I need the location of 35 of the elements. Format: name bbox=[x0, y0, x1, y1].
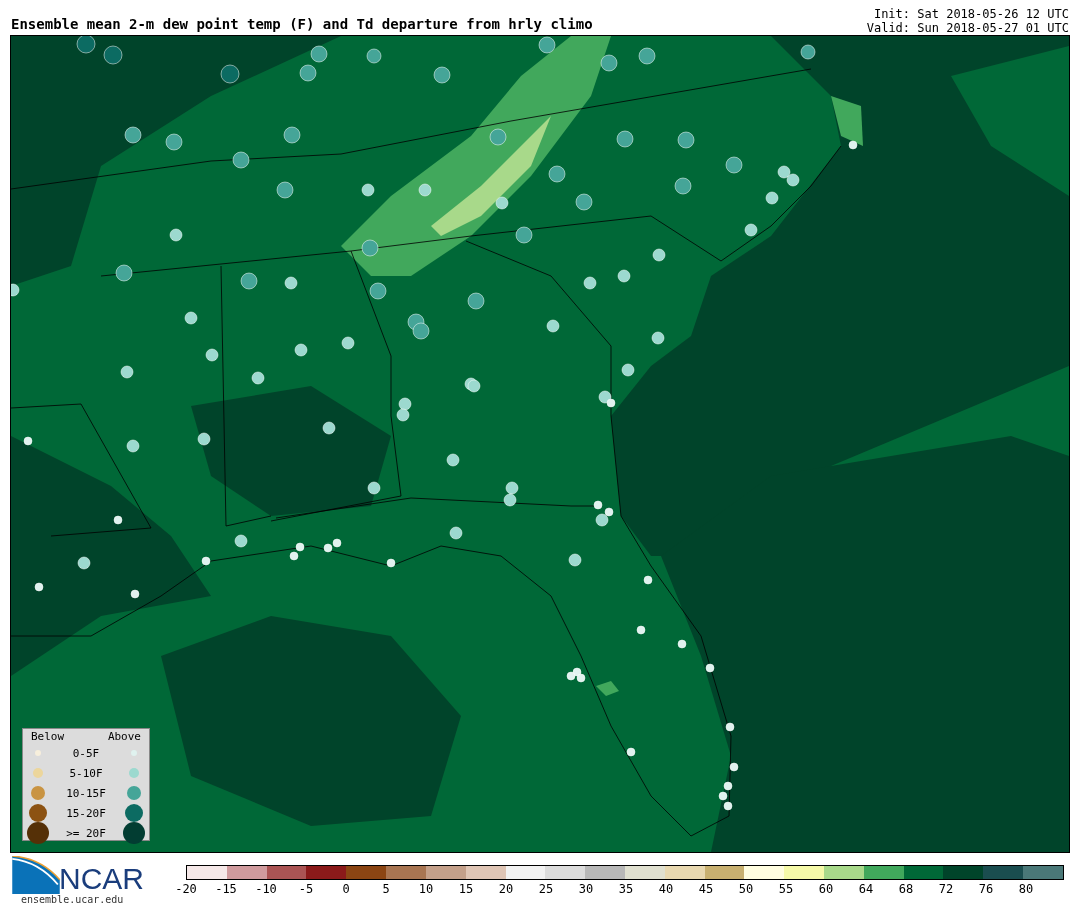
tick-label: 25 bbox=[538, 882, 554, 896]
tick-label: 68 bbox=[898, 882, 914, 896]
legend-header: Below bbox=[31, 730, 65, 743]
tick-label: 64 bbox=[858, 882, 874, 896]
legend-label: 0-5F bbox=[72, 746, 100, 760]
tick-label: 80 bbox=[1018, 882, 1034, 896]
tick-label: -15 bbox=[215, 882, 237, 896]
tick-label: 15 bbox=[458, 882, 474, 896]
init-time: Init: Sat 2018-05-26 12 UTC bbox=[872, 7, 1069, 21]
tick-label: 5 bbox=[382, 882, 390, 896]
tick-label: 45 bbox=[698, 882, 714, 896]
tick-label: -10 bbox=[255, 882, 277, 896]
website-url: ensemble.ucar.edu bbox=[21, 894, 125, 905]
tick-label: 60 bbox=[818, 882, 834, 896]
valid-time: Valid: Sun 2018-05-27 01 UTC bbox=[866, 21, 1069, 35]
chart-title: Ensemble mean 2-m dew point temp (F) and Td departure from hrly climo bbox=[11, 16, 593, 34]
tick-label: 0 bbox=[342, 882, 350, 896]
tick-label: 40 bbox=[658, 882, 674, 896]
tick-label: 30 bbox=[578, 882, 594, 896]
logo-text: NCAR bbox=[59, 864, 144, 894]
tick-label: -20 bbox=[175, 882, 197, 896]
tick-label: 10 bbox=[418, 882, 434, 896]
tick-label: 20 bbox=[498, 882, 514, 896]
swoosh-icon bbox=[11, 856, 61, 894]
legend-label: 15-20F bbox=[66, 806, 106, 820]
tick-label: 55 bbox=[778, 882, 794, 896]
legend-label: 10-15F bbox=[66, 786, 106, 800]
tick-label: 72 bbox=[938, 882, 954, 896]
tick-label: 35 bbox=[618, 882, 634, 896]
tick-label: 76 bbox=[978, 882, 994, 896]
legend-label: 5-10F bbox=[69, 766, 103, 780]
legend-label: >= 20F bbox=[66, 826, 106, 840]
tick-label: -5 bbox=[298, 882, 314, 896]
legend-header: Above bbox=[107, 730, 141, 743]
tick-label: 50 bbox=[738, 882, 754, 896]
